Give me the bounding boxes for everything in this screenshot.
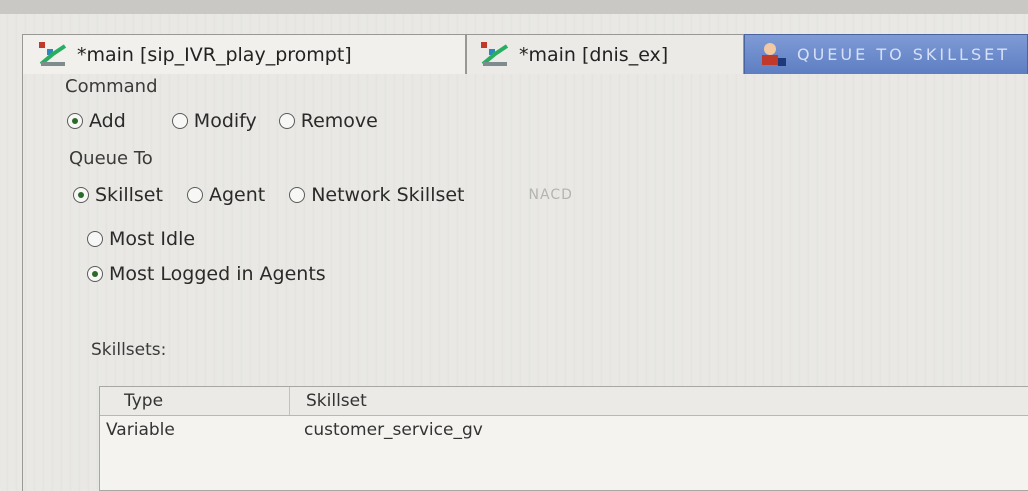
command-options: Add Modify Remove <box>67 110 402 132</box>
radio-unselected-icon <box>289 187 306 203</box>
flow-editor-icon <box>39 41 67 66</box>
column-header-skillset[interactable]: Skillset <box>290 387 1028 415</box>
most-logged-in-agents-radio[interactable]: Most Logged in Agents <box>87 263 326 285</box>
radio-selected-icon <box>67 113 83 129</box>
editor-tab-bar: *main [sip_IVR_play_prompt] *main [dnis_… <box>0 14 1028 74</box>
most-idle-radio[interactable]: Most Idle <box>87 228 195 250</box>
table-header: Type Skillset <box>100 387 1028 416</box>
remove-radio[interactable]: Remove <box>278 110 378 132</box>
skillsets-table: Type Skillset Variable customer_service_… <box>99 386 1028 491</box>
skillset-radio[interactable]: Skillset <box>73 184 163 206</box>
command-label: Command <box>65 76 158 97</box>
add-radio[interactable]: Add <box>67 110 126 132</box>
tab-sip-ivr-play-prompt[interactable]: *main [sip_IVR_play_prompt] <box>22 34 466 74</box>
radio-unselected-icon <box>87 231 103 247</box>
modify-radio[interactable]: Modify <box>171 110 257 132</box>
cell-type: Variable <box>106 420 175 440</box>
nacd-label: NACD <box>528 187 573 203</box>
queue-to-label: Queue To <box>69 148 153 169</box>
radio-unselected-icon <box>278 113 295 129</box>
title-strip <box>0 0 1028 14</box>
tab-label: *main [dnis_ex] <box>519 43 669 66</box>
flow-editor-icon <box>481 41 509 66</box>
app-window: *main [sip_IVR_play_prompt] *main [dnis_… <box>0 0 1028 491</box>
radio-selected-icon <box>73 187 89 203</box>
radio-unselected-icon <box>186 187 203 203</box>
skillsets-label: Skillsets: <box>91 340 167 360</box>
agent-radio[interactable]: Agent <box>186 184 265 206</box>
column-header-type[interactable]: Type <box>100 387 290 415</box>
queue-to-skillset-panel: Command Add Modify Remove Queue To Skill… <box>22 74 1028 491</box>
queue-agent-icon <box>762 42 786 66</box>
table-row[interactable]: Variable customer_service_gv <box>100 416 1028 444</box>
network-skillset-radio[interactable]: Network Skillset <box>289 184 465 206</box>
tab-label: *main [sip_IVR_play_prompt] <box>77 43 352 66</box>
tab-dnis-ex[interactable]: *main [dnis_ex] <box>466 34 744 74</box>
radio-unselected-icon <box>171 113 188 129</box>
tab-queue-to-skillset[interactable]: QUEUE TO SKILLSET <box>744 34 1028 74</box>
tab-label: QUEUE TO SKILLSET <box>797 45 1011 64</box>
most-idle-option: Most Idle <box>87 228 219 250</box>
most-logged-in-option: Most Logged in Agents <box>87 263 350 285</box>
queue-to-options: Skillset Agent Network Skillset NACD <box>73 184 573 206</box>
radio-selected-icon <box>87 266 103 282</box>
cell-skillset: customer_service_gv <box>304 420 483 440</box>
